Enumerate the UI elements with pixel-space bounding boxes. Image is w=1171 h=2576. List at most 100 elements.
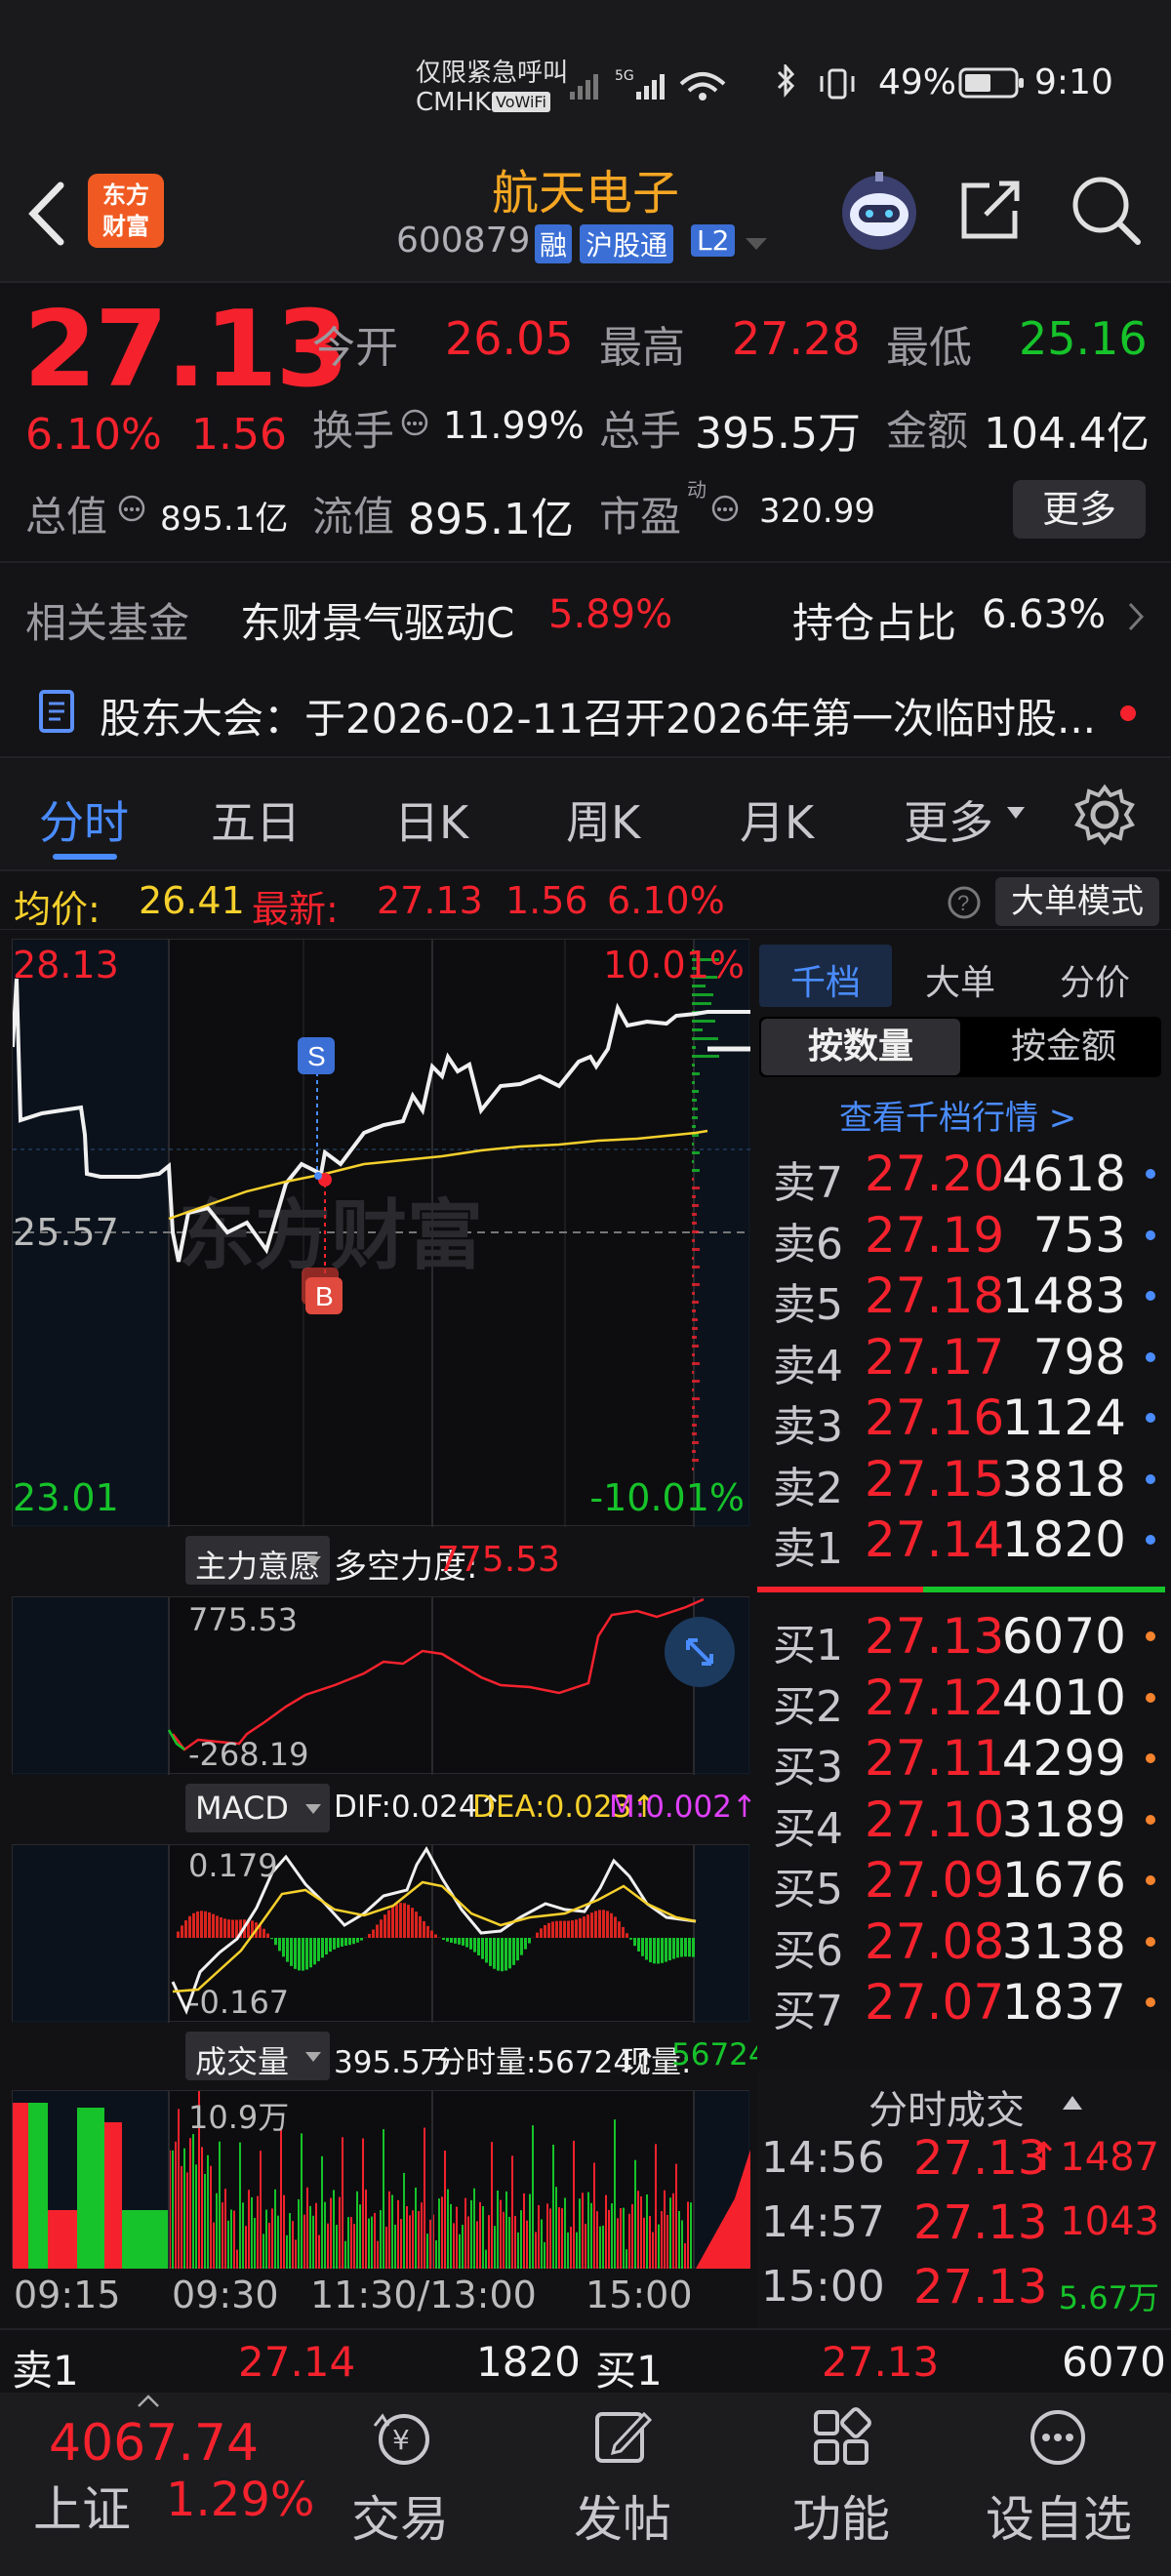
macd-bar bbox=[184, 1920, 187, 1938]
orderbook-row[interactable]: 买6 27.08 3138 bbox=[757, 1912, 1167, 1976]
orderbook-row[interactable]: 买3 27.11 4299 bbox=[757, 1728, 1167, 1792]
volume-bar bbox=[295, 2239, 297, 2269]
volume-bar bbox=[456, 2206, 458, 2269]
orderbook-row-volume: 1820 bbox=[1001, 1511, 1126, 1568]
orderbook-row[interactable]: 卖3 27.16 1124 bbox=[757, 1388, 1167, 1452]
macd-selector-label: MACD bbox=[195, 1790, 289, 1827]
depth-bar bbox=[692, 1187, 700, 1189]
info-icon[interactable] bbox=[117, 494, 146, 523]
pe-label: 市盈 bbox=[599, 493, 682, 541]
big-order-mode-button[interactable]: 大单模式 bbox=[995, 877, 1159, 926]
volume-bar bbox=[549, 2208, 551, 2269]
orderbook-row[interactable]: 买2 27.12 4010 bbox=[757, 1668, 1167, 1732]
depth-bar bbox=[692, 1230, 699, 1233]
expand-button[interactable] bbox=[665, 1617, 735, 1687]
mode-by-amount[interactable]: 按金额 bbox=[966, 1019, 1161, 1075]
view-depth-link[interactable]: 查看千档行情 > bbox=[839, 1091, 1076, 1139]
index-pct[interactable]: 1.29% bbox=[166, 2473, 314, 2527]
orderbook-row[interactable]: 买5 27.09 1676 bbox=[757, 1850, 1167, 1914]
orderbook-row[interactable]: 买1 27.13 6070 bbox=[757, 1606, 1167, 1670]
macd-chart[interactable]: 0.179 -0.167 bbox=[12, 1844, 750, 2023]
volume-bar bbox=[397, 2199, 399, 2269]
index-value[interactable]: 4067.74 bbox=[49, 2414, 259, 2473]
tab-big-orders[interactable]: 大单 bbox=[925, 954, 995, 1005]
force-selector[interactable]: 主力意愿 bbox=[185, 1536, 330, 1585]
volume-bar bbox=[350, 2217, 352, 2269]
macd-bar bbox=[446, 1938, 449, 1942]
orderbook-row[interactable]: 卖7 27.20 4618 bbox=[757, 1144, 1167, 1208]
macd-bar bbox=[583, 1916, 586, 1938]
robot-assistant-icon[interactable] bbox=[835, 166, 923, 254]
volume-selector[interactable]: 成交量 bbox=[185, 2032, 330, 2080]
macd-bar bbox=[348, 1938, 351, 1946]
macd-bar bbox=[524, 1938, 527, 1950]
tab-depth[interactable]: 千档 bbox=[790, 954, 861, 1005]
dropdown-caret-icon[interactable] bbox=[1005, 805, 1027, 821]
avg-label: 均价: bbox=[14, 888, 101, 931]
volume-bar bbox=[104, 2122, 122, 2269]
depth-bar bbox=[692, 1002, 711, 1005]
volume-bar bbox=[380, 2210, 382, 2269]
orderbook-row[interactable]: 卖4 27.17 798 bbox=[757, 1327, 1167, 1391]
nav-post[interactable]: 发帖 bbox=[574, 2480, 671, 2551]
help-icon[interactable]: ? bbox=[947, 885, 982, 920]
chart-top-pct: 10.01% bbox=[603, 944, 745, 986]
nav-trade[interactable]: 交易 bbox=[351, 2480, 449, 2551]
expand-up-icon[interactable] bbox=[137, 2395, 160, 2408]
turnover-label: 换手 bbox=[312, 407, 395, 455]
volume-chart[interactable]: 10.9万 bbox=[12, 2090, 750, 2269]
mode-by-quantity[interactable]: 按数量 bbox=[761, 1019, 960, 1075]
nav-watchlist[interactable]: 设自选 bbox=[986, 2480, 1132, 2551]
dropdown-caret-icon[interactable] bbox=[744, 234, 769, 254]
force-chart[interactable]: 775.53 -268.19 bbox=[12, 1596, 750, 1775]
orderbook-row-label: 卖1 bbox=[773, 1524, 843, 1574]
orderbook-row-dot bbox=[1146, 1753, 1155, 1763]
announcement-row[interactable]: 股东大会：于2026-02-11召开2026年第一次临时股... bbox=[0, 668, 1171, 756]
announcement-text[interactable]: 股东大会：于2026-02-11召开2026年第一次临时股... bbox=[100, 686, 1096, 745]
macd-bar bbox=[235, 1919, 238, 1938]
orderbook-row[interactable]: 买7 27.07 1837 bbox=[757, 1972, 1167, 2032]
intraday-price-chart[interactable]: 东方财富 S B 28.13 25.57 23.01 10.01% -10.01… bbox=[12, 939, 750, 1527]
stock-header: 东方 财富 航天电子 600879 融 沪股通 L2 bbox=[0, 156, 1171, 283]
orderbook-row[interactable]: 卖5 27.18 1483 bbox=[757, 1266, 1167, 1330]
nav-functions[interactable]: 功能 bbox=[792, 2480, 890, 2551]
volume-bar bbox=[213, 2222, 215, 2269]
share-icon[interactable] bbox=[956, 176, 1025, 244]
chevron-right-icon[interactable] bbox=[1126, 600, 1146, 633]
tab-intraday[interactable]: 分时 bbox=[39, 787, 129, 852]
turnover-value: 11.99% bbox=[443, 404, 585, 447]
orderbook-row[interactable]: 卖1 27.14 1820 bbox=[757, 1509, 1167, 1574]
index-name[interactable]: 上证 bbox=[33, 2471, 131, 2541]
orderbook-row[interactable]: 卖2 27.15 3818 bbox=[757, 1449, 1167, 1513]
more-button[interactable]: 更多 bbox=[1013, 480, 1146, 539]
volume-bar bbox=[620, 2207, 622, 2269]
related-fund-row[interactable]: 相关基金 东财景气驱动C 5.89% 持仓占比 6.63% bbox=[0, 561, 1171, 668]
macd-bar bbox=[430, 1930, 433, 1938]
buy-marker[interactable]: B bbox=[315, 1281, 334, 1311]
tab-price-dist[interactable]: 分价 bbox=[1060, 954, 1130, 1005]
info-icon[interactable] bbox=[710, 494, 740, 523]
volume-bar bbox=[344, 2240, 346, 2269]
tab-weekly-k[interactable]: 周K bbox=[566, 787, 640, 852]
tab-daily-k[interactable]: 日K bbox=[394, 787, 468, 852]
tab-more[interactable]: 更多 bbox=[904, 787, 993, 852]
macd-selector[interactable]: MACD bbox=[185, 1784, 330, 1832]
sell-marker[interactable]: S bbox=[307, 1041, 326, 1071]
tick-trades-title[interactable]: 分时成交 bbox=[868, 2078, 1025, 2135]
volume-bar bbox=[365, 2189, 367, 2269]
orderbook-row[interactable]: 卖6 27.19 753 bbox=[757, 1205, 1167, 1269]
orderbook-row[interactable]: 买4 27.10 3189 bbox=[757, 1790, 1167, 1854]
gear-icon[interactable] bbox=[1073, 784, 1136, 846]
fund-name[interactable]: 东财景气驱动C bbox=[240, 590, 514, 650]
best-ask-price: 27.14 bbox=[238, 2338, 356, 2386]
sort-up-icon[interactable] bbox=[1062, 2094, 1083, 2112]
orderbook-row-label: 卖7 bbox=[773, 1158, 843, 1208]
volume-bar bbox=[462, 2225, 464, 2269]
volume-bar bbox=[593, 2162, 595, 2269]
search-icon[interactable] bbox=[1070, 174, 1144, 248]
orderbook-row-dot bbox=[1146, 1631, 1155, 1641]
info-icon[interactable] bbox=[400, 408, 429, 437]
macd-bar bbox=[196, 1911, 199, 1938]
tab-monthly-k[interactable]: 月K bbox=[740, 787, 814, 852]
tab-five-day[interactable]: 五日 bbox=[211, 787, 301, 852]
